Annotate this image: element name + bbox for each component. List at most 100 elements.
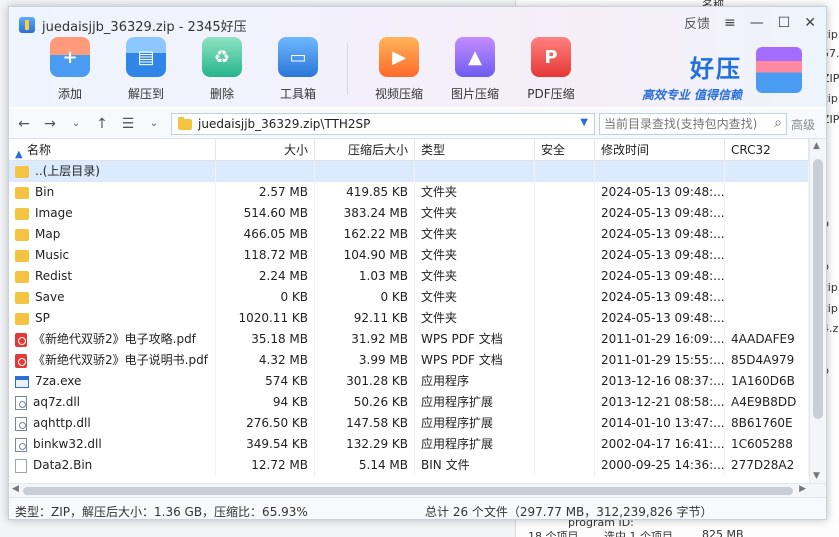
file-type: 应用程序扩展 [415, 392, 535, 413]
file-size [216, 161, 315, 182]
table-row[interactable]: 《新绝代双骄2》电子攻略.pdf 35.18 MB 31.92 MB WPS PDF … [9, 329, 809, 350]
column-size[interactable]: 大小 [216, 139, 315, 161]
column-crc32[interactable]: CRC32 [725, 139, 809, 161]
extract-button[interactable]: ▤ 解压到 [111, 37, 181, 102]
table-row[interactable]: Data2.Bin 12.72 MB 5.14 MB BIN 文件 2000-09-25… [9, 455, 809, 476]
vertical-scroll-thumb[interactable] [813, 159, 823, 419]
table-row[interactable]: aq7z.dll 94 KB 50.26 KB 应用程序扩展 2013-12-21 08… [9, 392, 809, 413]
file-size: 2.57 MB [216, 182, 315, 203]
table-header: ▲ 名称 大小 压缩后大小 类型 安全 修改时间 CRC32 [9, 139, 809, 161]
column-name[interactable]: ▲ 名称 [9, 139, 216, 161]
delete-button[interactable]: ♻ 删除 [187, 37, 257, 102]
security-status [535, 266, 595, 287]
minimize-icon[interactable]: — [750, 15, 764, 31]
column-packed-size[interactable]: 压缩后大小 [315, 139, 415, 161]
table-row[interactable]: Bin 2.57 MB 419.85 KB 文件夹 2024-05-13 09:48:.… [9, 182, 809, 203]
crc32-value [725, 308, 809, 329]
pdf-file-icon [15, 353, 27, 368]
table-row[interactable]: 7za.exe 574 KB 301.28 KB 应用程序 2013-12-16 08:… [9, 371, 809, 392]
close-icon[interactable]: ✕ [804, 15, 816, 31]
crc32-value: 1A160D6B [725, 371, 809, 392]
table-row[interactable]: Save 0 KB 0 KB 文件夹 2024-05-13 09:48:... [9, 287, 809, 308]
delete-label: 删除 [209, 87, 234, 101]
path-field[interactable]: juedaisjjb_36329.zip\TTH2SP ▼ [171, 113, 595, 135]
table-row[interactable]: aqhttp.dll 276.50 KB 147.58 KB 应用程序扩展 2014-0… [9, 413, 809, 434]
horizontal-scrollbar[interactable]: ◀ ▶ [9, 483, 826, 497]
back-icon[interactable]: ← [13, 116, 35, 132]
security-status [535, 329, 595, 350]
packed-size: 104.90 MB [315, 245, 415, 266]
scroll-right-icon[interactable]: ▶ [799, 484, 806, 494]
dll-file-icon [15, 437, 27, 452]
column-modified[interactable]: 修改时间 [595, 139, 725, 161]
file-name-text: 7za.exe [35, 374, 82, 388]
table-body: ..(上层目录) Bin 2.57 MB 419.85 KB 文件夹 2024-05-13… [9, 161, 809, 476]
video-compress-label: 视频压缩 [374, 87, 423, 101]
packed-size: 162.22 MB [315, 224, 415, 245]
path-dropdown-icon[interactable]: ▼ [580, 117, 588, 128]
folder-icon [15, 249, 29, 262]
feedback-button[interactable]: 反馈 [684, 13, 710, 32]
table-row[interactable]: Map 466.05 MB 162.22 MB 文件夹 2024-05-13 09:48… [9, 224, 809, 245]
folder-icon [178, 116, 192, 130]
table-row[interactable]: Image 514.60 MB 383.24 MB 文件夹 2024-05-13 09:… [9, 203, 809, 224]
file-size: 276.50 KB [216, 413, 315, 434]
advanced-search-link[interactable]: 高级 [791, 116, 815, 133]
horizontal-scroll-thumb[interactable] [23, 487, 793, 495]
scroll-left-icon[interactable]: ◀ [12, 484, 19, 494]
packed-size: 5.14 MB [315, 455, 415, 476]
video-compress-button[interactable]: ▶ 视频压缩 [364, 37, 434, 102]
modified-time: 2000-09-25 14:36:... [595, 455, 725, 476]
app-logo-icon [19, 17, 35, 33]
view-mode-icon[interactable]: ☰ [117, 116, 139, 132]
menu-icon[interactable]: ≡ [724, 15, 736, 31]
maximize-icon[interactable]: ☐ [778, 15, 791, 31]
vertical-scrollbar[interactable]: ▲ ▼ [809, 139, 826, 483]
packed-size: 301.28 KB [315, 371, 415, 392]
table-row[interactable]: binkw32.dll 349.54 KB 132.29 KB 应用程序扩展 2002-… [9, 434, 809, 455]
table-row[interactable]: Music 118.72 MB 104.90 MB 文件夹 2024-05-13 09:… [9, 245, 809, 266]
table-row[interactable]: Redist 2.24 MB 1.03 MB 文件夹 2024-05-13 09:48:… [9, 266, 809, 287]
modified-time: 2024-05-13 09:48:... [595, 224, 725, 245]
modified-time: 2024-05-13 09:48:... [595, 245, 725, 266]
forward-icon[interactable]: → [39, 116, 61, 132]
security-status [535, 224, 595, 245]
pdf-compress-button[interactable]: P PDF压缩 [516, 37, 586, 102]
file-name-text: Save [35, 290, 65, 304]
packed-size: 50.26 KB [315, 392, 415, 413]
packed-size: 31.92 MB [315, 329, 415, 350]
table-row[interactable]: ..(上层目录) [9, 161, 809, 182]
scroll-up-icon[interactable]: ▲ [813, 141, 820, 151]
file-name: SP [9, 308, 216, 329]
search-icon[interactable]: ⌕ [774, 115, 782, 131]
add-button[interactable]: + 添加 [35, 37, 105, 102]
up-icon[interactable]: ↑ [91, 116, 113, 132]
search-input[interactable] [604, 117, 764, 131]
history-dropdown-icon[interactable]: ⌄ [65, 118, 87, 129]
crc32-value: 85D4A979 [725, 350, 809, 371]
modified-time [595, 161, 725, 182]
add-label: 添加 [57, 87, 82, 101]
file-type: BIN 文件 [415, 455, 535, 476]
view-dropdown-icon[interactable]: ⌄ [143, 118, 165, 129]
file-type: 应用程序 [415, 371, 535, 392]
table-row[interactable]: 《新绝代双骄2》电子说明书.pdf 4.32 MB 3.99 MB WPS PDF 文… [9, 350, 809, 371]
security-status [535, 350, 595, 371]
file-type: 文件夹 [415, 224, 535, 245]
file-name: ..(上层目录) [9, 161, 216, 182]
column-type[interactable]: 类型 [415, 139, 535, 161]
file-name: binkw32.dll [9, 434, 216, 455]
table-row[interactable]: SP 1020.11 KB 92.11 KB 文件夹 2024-05-13 09:48:… [9, 308, 809, 329]
security-status [535, 392, 595, 413]
image-compress-button[interactable]: ▲ 图片压缩 [440, 37, 510, 102]
security-status [535, 161, 595, 182]
scroll-down-icon[interactable]: ▼ [813, 471, 820, 481]
file-name: 7za.exe [9, 371, 216, 392]
column-security[interactable]: 安全 [535, 139, 595, 161]
file-size: 4.32 MB [216, 350, 315, 371]
folder-icon [15, 207, 29, 220]
toolbox-button[interactable]: ▭ 工具箱 [263, 37, 333, 102]
folder-icon [15, 270, 29, 283]
file-name: 《新绝代双骄2》电子说明书.pdf [9, 350, 216, 371]
modified-time: 2011-01-29 15:55:... [595, 350, 725, 371]
